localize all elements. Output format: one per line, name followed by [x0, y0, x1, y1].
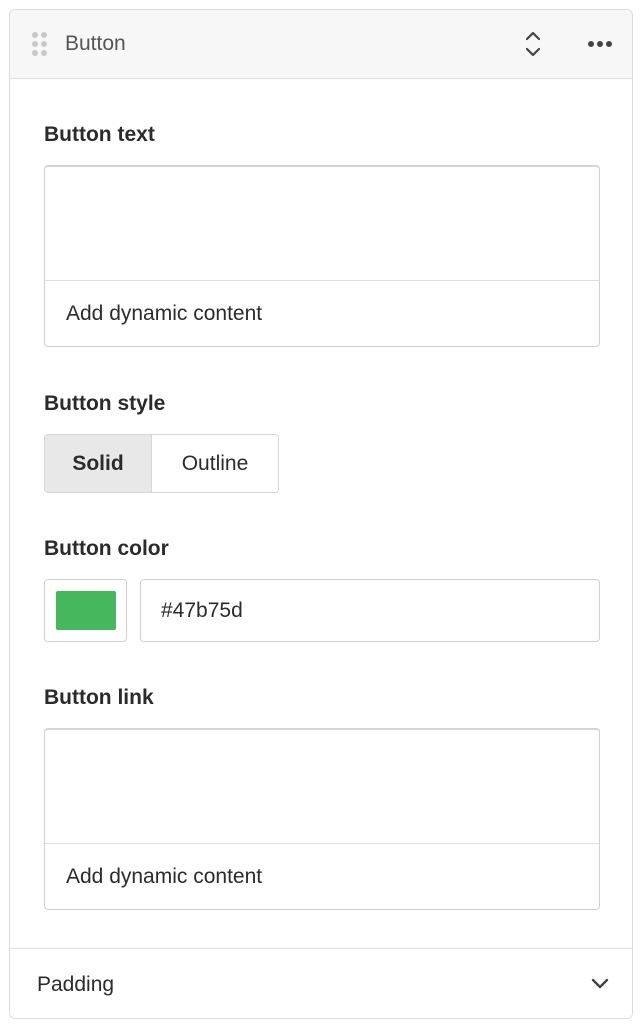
add-dynamic-content-button[interactable]: Add dynamic content — [45, 843, 599, 909]
color-swatch — [56, 591, 116, 630]
button-color-label: Button color — [44, 537, 169, 560]
padding-label: Padding — [37, 973, 115, 996]
button-text-input[interactable] — [45, 167, 599, 280]
button-style-toggle: Solid Outline — [44, 434, 279, 493]
more-options-icon[interactable] — [584, 30, 616, 58]
button-link-input[interactable] — [45, 730, 599, 843]
chevron-down-icon — [588, 974, 612, 994]
color-swatch-button[interactable] — [44, 579, 127, 642]
color-hex-input[interactable] — [140, 579, 600, 642]
button-block-panel: Button Button text Add dynamic content B… — [9, 9, 633, 1019]
button-text-label: Button text — [44, 123, 155, 146]
style-outline-option[interactable]: Outline — [152, 435, 278, 492]
button-link-label: Button link — [44, 686, 154, 709]
panel-title: Button — [65, 32, 126, 55]
panel-header: Button — [10, 10, 632, 79]
padding-section-toggle[interactable]: Padding — [10, 948, 632, 1018]
button-text-editor: Add dynamic content — [44, 165, 600, 347]
drag-handle-icon[interactable] — [32, 32, 48, 56]
add-dynamic-content-button[interactable]: Add dynamic content — [45, 280, 599, 346]
style-solid-option[interactable]: Solid — [45, 435, 152, 492]
button-link-editor: Add dynamic content — [44, 728, 600, 910]
collapse-expand-icon[interactable] — [521, 28, 545, 60]
button-style-label: Button style — [44, 392, 166, 415]
